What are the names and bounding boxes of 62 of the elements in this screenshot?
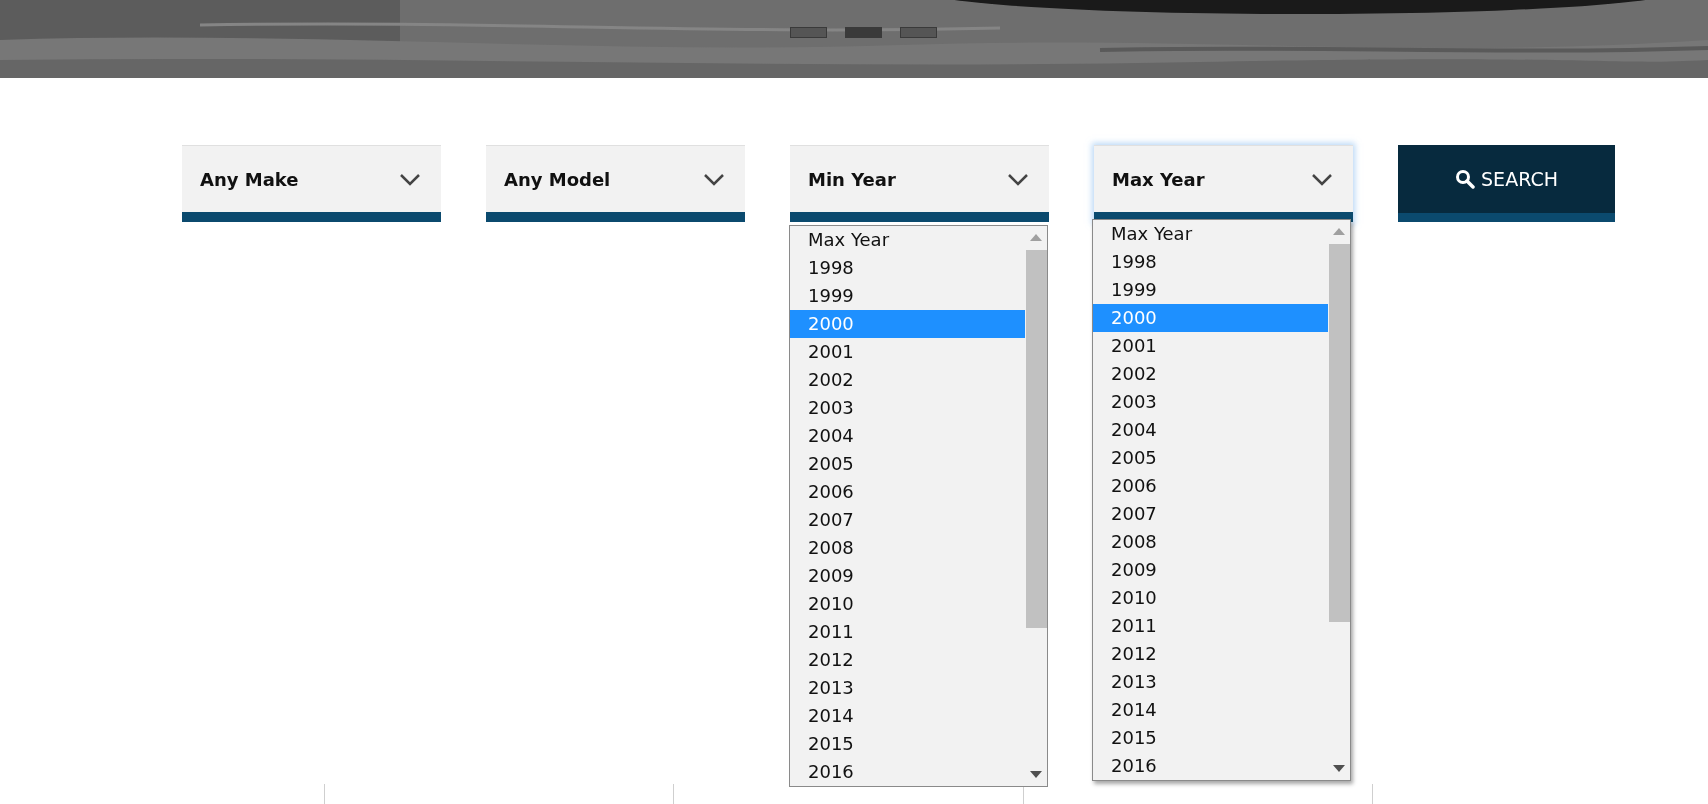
dropdown-option[interactable]: 2012: [790, 646, 1025, 674]
dropdown-option[interactable]: 2005: [790, 450, 1025, 478]
dropdown-option[interactable]: 2016: [790, 758, 1025, 786]
dropdown-option[interactable]: 2007: [1093, 500, 1328, 528]
dropdown-option[interactable]: 2007: [790, 506, 1025, 534]
search-button[interactable]: SEARCH: [1398, 145, 1615, 222]
dropdown-option[interactable]: 2002: [790, 366, 1025, 394]
scrollbar[interactable]: [1328, 220, 1350, 780]
select-label: Max Year: [1112, 167, 1205, 192]
dropdown-option[interactable]: 2016: [1093, 752, 1328, 780]
dropdown-option[interactable]: 2015: [1093, 724, 1328, 752]
dropdown-option[interactable]: 2004: [1093, 416, 1328, 444]
scrollbar-thumb[interactable]: [1328, 244, 1350, 622]
dropdown-option[interactable]: 2004: [790, 422, 1025, 450]
dropdown-option[interactable]: 2008: [790, 534, 1025, 562]
filter-select[interactable]: Any Make: [182, 145, 441, 222]
dropdown-option[interactable]: 2001: [1093, 332, 1328, 360]
carousel-indicator[interactable]: [789, 27, 827, 38]
dropdown-option[interactable]: 2011: [790, 618, 1025, 646]
dropdown-option[interactable]: 2010: [1093, 584, 1328, 612]
dropdown-option[interactable]: 1998: [1093, 248, 1328, 276]
dropdown-option[interactable]: 1999: [1093, 276, 1328, 304]
dropdown-option[interactable]: 2012: [1093, 640, 1328, 668]
dropdown-option[interactable]: Max Year: [790, 226, 1025, 254]
filter-select[interactable]: Any Model: [486, 145, 745, 222]
dropdown-option[interactable]: 2006: [790, 478, 1025, 506]
dropdown-option[interactable]: 2006: [1093, 472, 1328, 500]
chevron-down-icon: [703, 172, 725, 186]
select-label: Any Model: [504, 167, 611, 192]
dropdown-option[interactable]: 2013: [790, 674, 1025, 702]
dropdown-option[interactable]: Max Year: [1093, 220, 1328, 248]
chevron-down-icon: [1311, 172, 1333, 186]
dropdown-option[interactable]: 2003: [790, 394, 1025, 422]
filter-select[interactable]: Max Year: [1094, 145, 1353, 222]
carousel-indicator[interactable]: [899, 27, 937, 38]
carousel-indicator[interactable]: [844, 27, 882, 38]
chevron-down-icon: [399, 172, 421, 186]
dropdown-option[interactable]: 2009: [790, 562, 1025, 590]
dropdown-option[interactable]: 2009: [1093, 556, 1328, 584]
scroll-down-icon[interactable]: [1333, 765, 1345, 772]
search-icon: [1455, 169, 1476, 189]
dropdown-option[interactable]: 2001: [790, 338, 1025, 366]
dropdown-option[interactable]: 1998: [790, 254, 1025, 282]
dropdown-option[interactable]: 1999: [790, 282, 1025, 310]
dropdown-option[interactable]: 2014: [790, 702, 1025, 730]
filter-select[interactable]: Min Year: [790, 145, 1049, 222]
dropdown-option[interactable]: 2003: [1093, 388, 1328, 416]
dropdown-option[interactable]: 2002: [1093, 360, 1328, 388]
scrollbar-thumb[interactable]: [1025, 250, 1047, 628]
dropdown-option[interactable]: 2014: [1093, 696, 1328, 724]
dropdown-option[interactable]: 2011: [1093, 612, 1328, 640]
dropdown-option[interactable]: 2008: [1093, 528, 1328, 556]
dropdown-option[interactable]: 2010: [790, 590, 1025, 618]
scroll-up-icon[interactable]: [1333, 228, 1345, 235]
select-label: Min Year: [808, 167, 896, 192]
dropdown-option[interactable]: 2015: [790, 730, 1025, 758]
select-label: Any Make: [200, 167, 299, 192]
chevron-down-icon: [1007, 172, 1029, 186]
scroll-down-icon[interactable]: [1030, 771, 1042, 778]
dropdown-option[interactable]: 2013: [1093, 668, 1328, 696]
dropdown-option[interactable]: 2005: [1093, 444, 1328, 472]
scroll-up-icon[interactable]: [1030, 234, 1042, 241]
